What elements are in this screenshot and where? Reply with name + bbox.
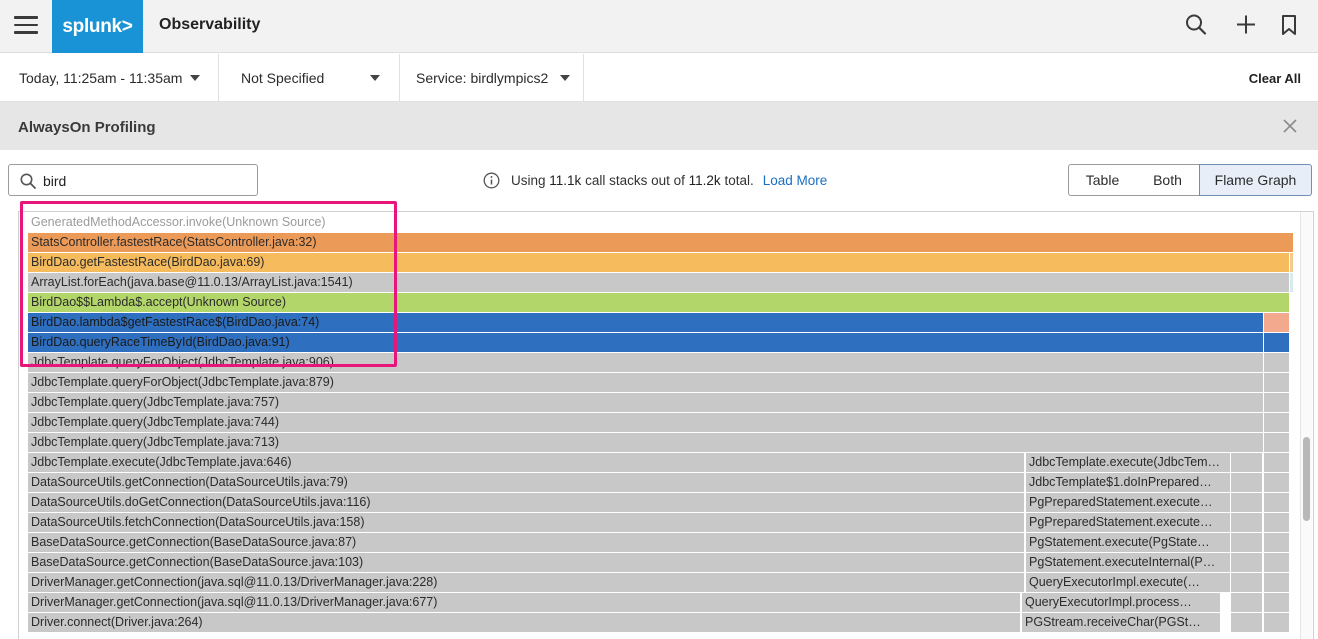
- flame-frame-sliver[interactable]: [1264, 593, 1290, 612]
- flame-frame-sliver[interactable]: [1290, 253, 1294, 272]
- flame-frame[interactable]: StatsController.fastestRace(StatsControl…: [28, 233, 1294, 252]
- search-box[interactable]: [8, 164, 258, 196]
- search-icon: [20, 173, 36, 189]
- flame-frame[interactable]: PgStatement.execute(PgState…: [1026, 533, 1231, 552]
- flame-frame[interactable]: BirdDao.getFastestRace(BirdDao.java:69): [28, 253, 1290, 272]
- flame-frame[interactable]: BirdDao$$Lambda$.accept(Unknown Source): [28, 293, 1290, 312]
- flame-frame[interactable]: PgPreparedStatement.execute…: [1026, 493, 1231, 512]
- info-suffix: total.: [724, 173, 754, 188]
- time-range-dropdown[interactable]: Today, 11:25am - 11:35am: [0, 54, 219, 102]
- flame-frame-sliver[interactable]: [1264, 313, 1290, 332]
- flame-graph[interactable]: GeneratedMethodAccessor.invoke(Unknown S…: [18, 211, 1314, 639]
- splunk-logo[interactable]: splunk>: [52, 0, 143, 53]
- view-flame-graph-button[interactable]: Flame Graph: [1199, 164, 1312, 196]
- flame-frame[interactable]: JdbcTemplate.query(JdbcTemplate.java:713…: [28, 433, 1264, 452]
- flame-frame[interactable]: JdbcTemplate.queryForObject(JdbcTemplate…: [28, 373, 1264, 392]
- flame-frame-sliver[interactable]: [1231, 493, 1263, 512]
- flame-frame-sliver[interactable]: [1290, 273, 1294, 292]
- flame-frame-sliver[interactable]: [1231, 593, 1263, 612]
- flame-frame-sliver[interactable]: [1264, 473, 1290, 492]
- flame-frame-sliver[interactable]: [1231, 573, 1263, 592]
- flame-frame-sliver[interactable]: [1264, 433, 1290, 452]
- flame-frame-sliver[interactable]: [1264, 493, 1290, 512]
- flame-frame-sliver[interactable]: [1264, 553, 1290, 572]
- service-dropdown[interactable]: Service: birdlympics2: [400, 54, 584, 102]
- flame-frame-sliver[interactable]: [1264, 413, 1290, 432]
- flame-frame-sliver[interactable]: [1264, 513, 1290, 532]
- flame-frame[interactable]: PgStatement.executeInternal(P…: [1026, 553, 1231, 572]
- chevron-down-icon: [190, 75, 200, 81]
- flame-frame[interactable]: JdbcTemplate$1.doInPrepared…: [1026, 473, 1231, 492]
- flame-frame[interactable]: QueryExecutorImpl.execute(…: [1026, 573, 1231, 592]
- scrollbar-thumb[interactable]: [1303, 437, 1310, 521]
- chevron-down-icon: [370, 75, 380, 81]
- service-label: Service: birdlympics2: [416, 70, 549, 86]
- top-bar: splunk> Observability: [0, 0, 1318, 53]
- flame-frame-sliver[interactable]: [1264, 333, 1290, 352]
- bookmark-icon[interactable]: [1276, 12, 1302, 38]
- flame-frame[interactable]: ArrayList.forEach(java.base@11.0.13/Arra…: [28, 273, 1290, 292]
- flame-frame[interactable]: JdbcTemplate.query(JdbcTemplate.java:744…: [28, 413, 1264, 432]
- flame-frame-sliver[interactable]: [1231, 613, 1263, 632]
- app-title: Observability: [159, 16, 261, 33]
- menu-icon[interactable]: [14, 16, 38, 36]
- load-more-link[interactable]: Load More: [763, 173, 828, 188]
- flame-frame[interactable]: QueryExecutorImpl.process…: [1022, 593, 1221, 612]
- flame-frame[interactable]: DataSourceUtils.getConnection(DataSource…: [28, 473, 1025, 492]
- scrollbar-track[interactable]: [1300, 212, 1312, 639]
- flame-frame-sliver[interactable]: [1264, 613, 1290, 632]
- flame-frame[interactable]: PgPreparedStatement.execute…: [1026, 513, 1231, 532]
- view-both-button[interactable]: Both: [1136, 164, 1200, 196]
- flame-frame-sliver[interactable]: [1231, 553, 1263, 572]
- search-input[interactable]: [43, 171, 243, 191]
- flame-frame[interactable]: JdbcTemplate.query(JdbcTemplate.java:757…: [28, 393, 1264, 412]
- flame-frame-sliver[interactable]: [1264, 573, 1290, 592]
- flame-frame[interactable]: DriverManager.getConnection(java.sql@11.…: [28, 593, 1021, 612]
- clear-all-button[interactable]: Clear All: [1249, 71, 1301, 86]
- flame-frame[interactable]: DataSourceUtils.doGetConnection(DataSour…: [28, 493, 1025, 512]
- flame-frame[interactable]: BaseDataSource.getConnection(BaseDataSou…: [28, 533, 1025, 552]
- flame-frame[interactable]: PGStream.receiveChar(PGSt…: [1022, 613, 1221, 632]
- environment-label: Not Specified: [241, 70, 325, 86]
- flame-frame[interactable]: DriverManager.getConnection(java.sql@11.…: [28, 573, 1025, 592]
- panel-header: AlwaysOn Profiling: [0, 102, 1318, 150]
- flame-frame-sliver[interactable]: [1264, 453, 1290, 472]
- flame-frame[interactable]: GeneratedMethodAccessor.invoke(Unknown S…: [28, 213, 1292, 232]
- flame-frame-sliver[interactable]: [1231, 533, 1263, 552]
- chevron-down-icon: [560, 75, 570, 81]
- info-icon: [483, 172, 500, 189]
- view-table-button[interactable]: Table: [1068, 164, 1137, 196]
- used-stacks-count: 11.1k: [549, 173, 582, 188]
- flame-frame-sliver[interactable]: [1264, 353, 1290, 372]
- flame-frame[interactable]: JdbcTemplate.execute(JdbcTemplate.java:6…: [28, 453, 1025, 472]
- flame-frame-sliver[interactable]: [1231, 453, 1263, 472]
- panel-title: AlwaysOn Profiling: [18, 119, 156, 136]
- flame-frame-sliver[interactable]: [1264, 373, 1290, 392]
- info-prefix: Using: [511, 173, 546, 188]
- search-icon[interactable]: [1183, 12, 1209, 38]
- flame-frame[interactable]: DataSourceUtils.fetchConnection(DataSour…: [28, 513, 1025, 532]
- environment-dropdown[interactable]: Not Specified: [219, 54, 400, 102]
- call-stack-info: Using 11.1k call stacks out of 11.2k tot…: [483, 172, 827, 189]
- flame-frame[interactable]: BirdDao.lambda$getFastestRace$(BirdDao.j…: [28, 313, 1264, 332]
- total-stacks-count: 11.2k: [688, 173, 721, 188]
- close-icon[interactable]: [1282, 118, 1298, 134]
- filter-bar: Today, 11:25am - 11:35am Not Specified S…: [0, 54, 1318, 102]
- flame-frame-sliver[interactable]: [1231, 473, 1263, 492]
- flame-frame[interactable]: BirdDao.queryRaceTimeById(BirdDao.java:9…: [28, 333, 1264, 352]
- time-range-label: Today, 11:25am - 11:35am: [19, 70, 183, 86]
- add-icon[interactable]: [1233, 12, 1259, 38]
- flame-frame[interactable]: JdbcTemplate.queryForObject(JdbcTemplate…: [28, 353, 1264, 372]
- flame-frame[interactable]: BaseDataSource.getConnection(BaseDataSou…: [28, 553, 1025, 572]
- info-middle: call stacks out of: [585, 173, 685, 188]
- flame-frame-sliver[interactable]: [1264, 533, 1290, 552]
- flame-frame[interactable]: JdbcTemplate.execute(JdbcTem…: [1026, 453, 1231, 472]
- flame-frame-sliver[interactable]: [1231, 513, 1263, 532]
- flame-frame-sliver[interactable]: [1264, 393, 1290, 412]
- flame-frame[interactable]: Driver.connect(Driver.java:264): [28, 613, 1021, 632]
